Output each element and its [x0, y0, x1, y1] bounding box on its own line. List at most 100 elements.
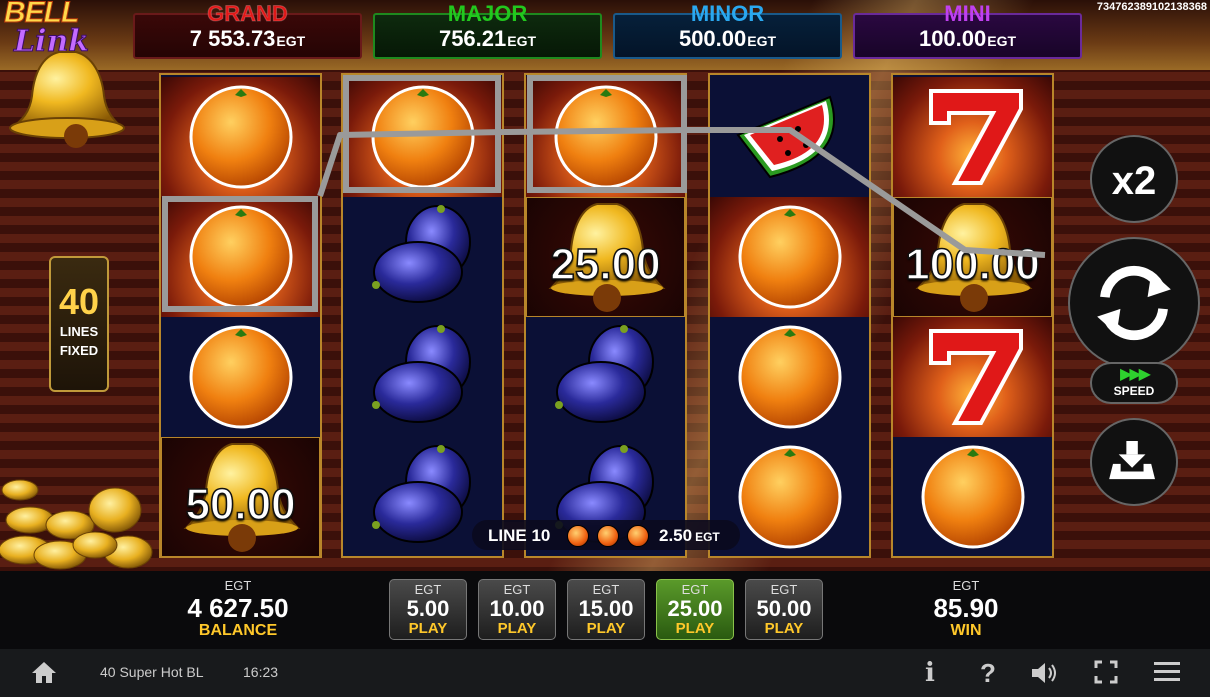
game-name: 40 Super Hot BL	[100, 664, 204, 680]
seven-icon	[893, 317, 1052, 442]
menu-icon[interactable]	[1154, 661, 1180, 683]
jackpot-grand: GRAND 7 553.73EGT	[133, 1, 362, 59]
win-line-value: 2.50	[659, 526, 693, 545]
sound-icon[interactable]	[1030, 660, 1060, 686]
fast-forward-icon: ▶▶▶	[1120, 366, 1151, 383]
jackpot-title: MINI	[944, 1, 991, 26]
jackpot-mini: MINI 100.00EGT	[853, 1, 1082, 59]
golden-bell-icon	[9, 51, 125, 148]
orange-mini-icon	[627, 525, 649, 547]
jackpot-currency: EGT	[276, 33, 306, 49]
collect-button[interactable]	[1090, 418, 1178, 506]
win-currency: EGT	[952, 578, 980, 593]
help-icon[interactable]: ?	[980, 657, 996, 689]
win-line-currency: EGT	[695, 530, 720, 544]
reel-cell	[161, 77, 320, 197]
bet-button[interactable]: EGT 50.00 PLAY	[745, 579, 823, 640]
bell-value: 50.00	[185, 479, 297, 530]
reel-cell	[161, 317, 320, 437]
bet-button[interactable]: EGT 5.00 PLAY	[389, 579, 467, 640]
jackpot-amount: 7 553.73	[189, 26, 276, 51]
win-line-label: LINE 10	[488, 526, 551, 545]
bet-value: 5.00	[406, 596, 450, 621]
speed-button[interactable]: ▶▶▶ SPEED	[1090, 362, 1178, 404]
jackpot-amount: 756.21	[438, 26, 507, 51]
gold-coins-icon	[0, 479, 153, 570]
multiplier-label: x2	[1111, 159, 1157, 203]
plum-icon	[343, 317, 502, 442]
bet-value: 50.00	[756, 596, 812, 621]
fullscreen-icon[interactable]	[1094, 660, 1118, 684]
status-bar: 40 Super Hot BL 16:23 i ?	[0, 649, 1210, 697]
orange-mini-icon	[597, 525, 619, 547]
reel-cell	[710, 77, 869, 197]
bet-value: 25.00	[667, 596, 723, 621]
bet-currency: EGT	[592, 582, 620, 597]
win-highlight	[162, 196, 318, 312]
reel-cell: 25.00	[526, 197, 685, 317]
bet-label: PLAY	[586, 620, 626, 637]
plum-icon	[526, 317, 685, 442]
speed-label: SPEED	[1113, 384, 1155, 398]
reel-cell	[710, 317, 869, 437]
jackpot-currency: EGT	[747, 33, 777, 49]
spin-arrows-icon	[1097, 265, 1171, 341]
win-display: EGT 85.90 WIN	[896, 579, 1036, 639]
win-label: WIN	[950, 622, 982, 639]
bell-value: 100.00	[904, 239, 1040, 290]
bet-currency: EGT	[681, 582, 709, 597]
bet-label: PLAY	[497, 620, 537, 637]
multiplier-button[interactable]: x2	[1090, 135, 1178, 223]
win-line-amount: 2.50 EGT	[659, 526, 720, 546]
spin-button[interactable]	[1068, 237, 1200, 369]
win-highlight	[343, 75, 501, 193]
lines-count: 40	[58, 281, 100, 322]
balance-label: BALANCE	[198, 622, 278, 639]
watermelon-icon	[710, 77, 869, 202]
orange-icon	[893, 437, 1052, 556]
lines-fixed-label: FIXED	[59, 343, 99, 358]
collect-tray-icon	[1109, 441, 1155, 480]
info-icon[interactable]: i	[925, 657, 935, 689]
bell-value: 25.00	[550, 239, 662, 290]
game-id: 734762389102138368	[1096, 1, 1207, 13]
bet-button[interactable]: EGT 10.00 PLAY	[478, 579, 556, 640]
lines-fixed-panel: 40 LINES FIXED	[49, 256, 109, 392]
reel-cell	[343, 317, 502, 437]
bet-label: PLAY	[408, 620, 448, 637]
reel-cell	[893, 437, 1052, 556]
bet-label: PLAY	[675, 620, 715, 637]
bet-button[interactable]: EGT 15.00 PLAY	[567, 579, 645, 640]
bet-label: PLAY	[764, 620, 804, 637]
jackpot-value: 756.21EGT	[375, 26, 600, 52]
bet-currency: EGT	[414, 582, 442, 597]
bet-button[interactable]: EGT 25.00 PLAY	[656, 579, 734, 640]
jackpot-currency: EGT	[507, 33, 537, 49]
reel-cell: 100.00	[893, 197, 1052, 317]
reel-5: 100.00	[891, 73, 1054, 558]
balance-value: 4 627.50	[187, 593, 289, 623]
reel-cell	[710, 197, 869, 317]
clock: 16:23	[243, 664, 279, 680]
reel-cell	[893, 317, 1052, 437]
reel-cell	[893, 77, 1052, 197]
home-icon[interactable]	[30, 660, 58, 684]
jackpot-title: MINOR	[690, 1, 765, 26]
jackpot-currency: EGT	[987, 33, 1017, 49]
balance-display: EGT 4 627.50 BALANCE	[168, 579, 308, 639]
jackpot-amount: 100.00	[918, 26, 987, 51]
reel-cell: 50.00	[161, 437, 320, 556]
jackpot-amount: 500.00	[678, 26, 747, 51]
orange-icon	[161, 317, 320, 442]
win-line-info: LINE 10 2.50 EGT	[472, 520, 740, 550]
orange-icon	[161, 77, 320, 202]
plum-icon	[343, 197, 502, 322]
win-value: 85.90	[933, 593, 999, 623]
jackpot-minor: MINOR 500.00EGT	[613, 1, 842, 59]
jackpot-value: 100.00EGT	[855, 26, 1080, 52]
bet-currency: EGT	[503, 582, 531, 597]
bet-currency: EGT	[770, 582, 798, 597]
lines-label: LINES	[59, 324, 99, 339]
jackpot-value: 7 553.73EGT	[135, 26, 360, 52]
jackpot-title: GRAND	[207, 1, 289, 27]
